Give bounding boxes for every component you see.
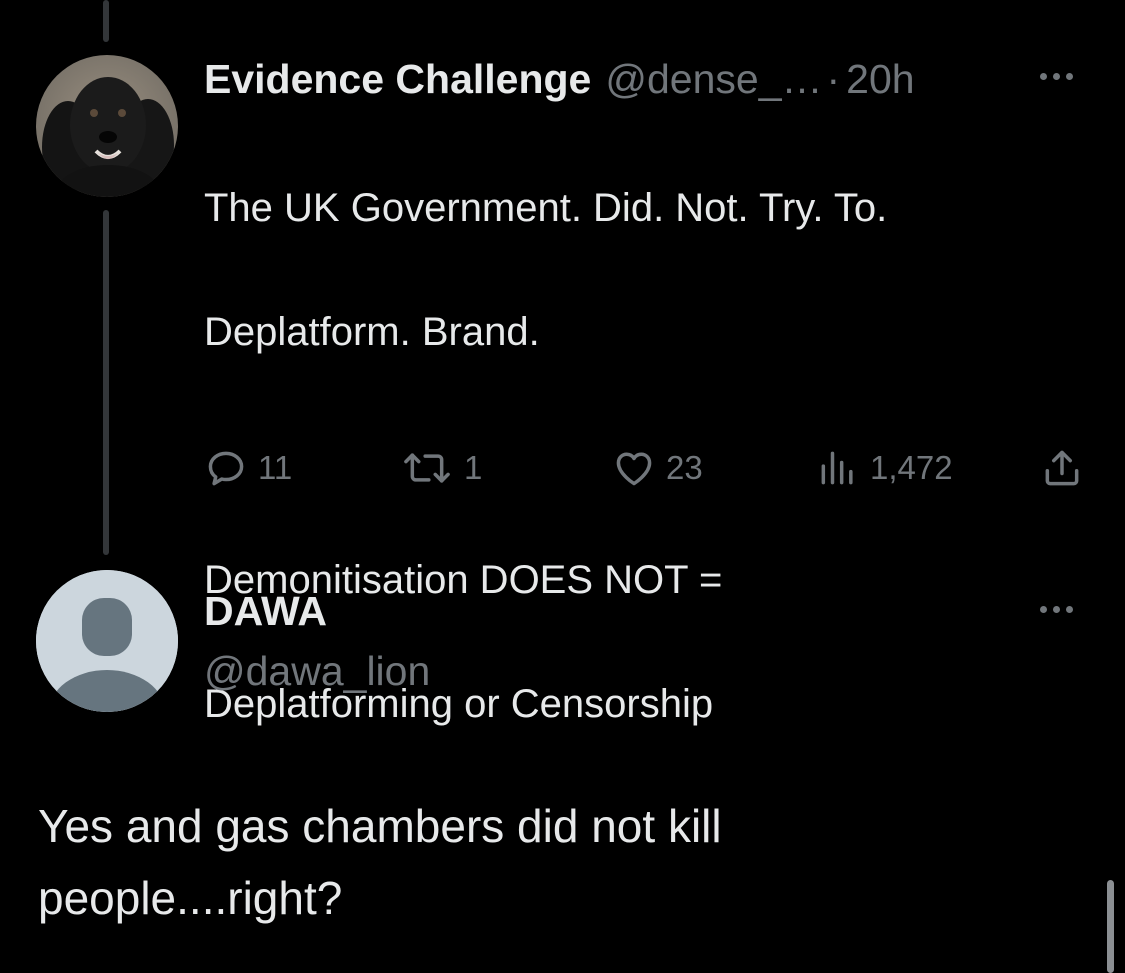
default-avatar-icon[interactable]: [36, 570, 178, 712]
like-count: 23: [666, 449, 703, 486]
share-icon: [1045, 450, 1079, 486]
tweet-handle[interactable]: @dense_…: [605, 54, 822, 104]
reply-text-line: people....right?: [38, 872, 343, 924]
reply-text-line: Yes and gas chambers did not kill: [38, 800, 722, 852]
scrollbar-thumb[interactable]: [1107, 880, 1114, 973]
tweet-timestamp[interactable]: 20h: [846, 54, 914, 104]
reply-button[interactable]: 11: [204, 443, 292, 493]
reply-handle[interactable]: @dawa_lion: [204, 646, 430, 696]
more-options-icon[interactable]: [1040, 606, 1073, 613]
thread-line-top: [103, 0, 109, 42]
tweet-text-line: Demonitisation DOES NOT =: [204, 558, 723, 602]
share-button[interactable]: [1040, 443, 1084, 493]
dog-avatar-icon[interactable]: [36, 55, 178, 197]
views-count: 1,472: [870, 449, 953, 486]
like-button[interactable]: 23: [612, 443, 703, 493]
retweet-icon: [404, 453, 450, 483]
thread-line-connector: [103, 210, 109, 555]
retweet-count: 1: [464, 449, 483, 486]
tweet-text-line: The UK Government. Did. Not. Try. To.: [204, 186, 888, 230]
tweet-action-bar: 11 1 23 1,472: [204, 443, 1094, 493]
tweet-header: Evidence Challenge @dense_… · 20h: [204, 54, 915, 104]
tweet-thread: Evidence Challenge @dense_… · 20h The UK…: [0, 0, 1125, 973]
heart-icon: [616, 452, 652, 486]
header-separator: ·: [826, 56, 841, 102]
views-button[interactable]: 1,472: [816, 443, 953, 493]
reply-body: Yes and gas chambers did not kill people…: [38, 790, 938, 934]
reply-display-name[interactable]: DAWA: [204, 586, 327, 636]
tweet-display-name[interactable]: Evidence Challenge: [204, 54, 591, 104]
reply-count: 11: [258, 449, 293, 486]
more-options-icon[interactable]: [1040, 73, 1073, 80]
reply-icon: [208, 451, 244, 486]
retweet-button[interactable]: 1: [400, 443, 482, 493]
tweet-text-line: Deplatform. Brand.: [204, 310, 540, 354]
views-icon: [821, 451, 853, 485]
